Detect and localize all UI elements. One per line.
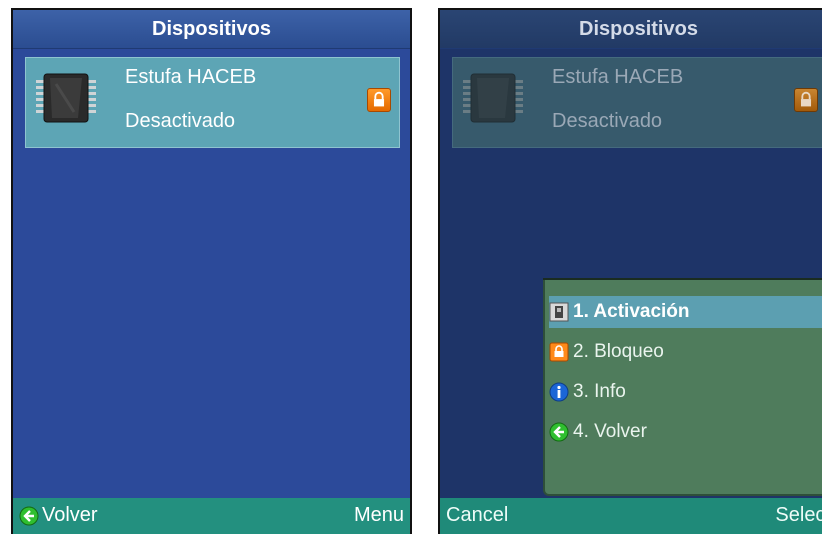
menu-softkey[interactable]: Menu <box>354 504 404 527</box>
softkey-bar: Volver Menu <box>13 498 410 534</box>
device-name: Estufa HACEB <box>125 66 257 88</box>
chip-icon <box>36 73 96 123</box>
select-label: Select <box>775 504 822 526</box>
menu-label: Menu <box>353 504 404 526</box>
device-name: Estufa HACEB <box>552 66 684 88</box>
activation-icon <box>549 302 569 322</box>
back-label: Volver <box>42 504 98 526</box>
phone-screen-devices: Dispositivos Estufa HACEB Desactivado Vo… <box>11 8 412 534</box>
device-list-item: Estufa HACEB Desactivado <box>452 57 822 148</box>
cancel-softkey[interactable]: Cancel <box>446 504 508 527</box>
phone-screen-devices-menu: Dispositivos Estufa HACEB Desactivado 1.… <box>438 8 822 534</box>
title-bar: Dispositivos <box>13 10 410 49</box>
menu-item-info[interactable]: 3. Info <box>549 376 822 408</box>
lock-icon <box>367 88 391 112</box>
back-arrow-icon <box>549 422 569 442</box>
back-arrow-icon <box>19 506 39 525</box>
title-bar: Dispositivos <box>440 10 822 49</box>
cancel-label: Cancel <box>446 504 509 526</box>
menu-item-lock[interactable]: 2. Bloqueo <box>549 336 822 368</box>
chip-icon <box>463 73 523 123</box>
page-title: Dispositivos <box>152 17 271 40</box>
menu-item-label: 4. Volver <box>573 421 647 442</box>
device-status: Desactivado <box>552 110 663 132</box>
lock-icon <box>794 88 818 112</box>
menu-item-back[interactable]: 4. Volver <box>549 416 822 448</box>
menu-item-activation[interactable]: 1. Activación <box>549 296 822 328</box>
menu-item-label: 1. Activación <box>573 301 690 322</box>
select-softkey[interactable]: Select <box>775 504 822 527</box>
device-list-item[interactable]: Estufa HACEB Desactivado <box>25 57 400 148</box>
menu-item-label: 3. Info <box>573 381 626 402</box>
info-icon <box>549 382 569 402</box>
lock-icon <box>549 342 569 362</box>
device-status: Desactivado <box>125 110 236 132</box>
back-softkey[interactable]: Volver <box>19 504 98 527</box>
page-title: Dispositivos <box>579 17 698 40</box>
options-menu: 1. Activación 2. Bloqueo 3. Info 4. Volv… <box>543 278 822 496</box>
menu-item-label: 2. Bloqueo <box>573 341 664 362</box>
softkey-bar: Cancel Select <box>440 498 822 534</box>
